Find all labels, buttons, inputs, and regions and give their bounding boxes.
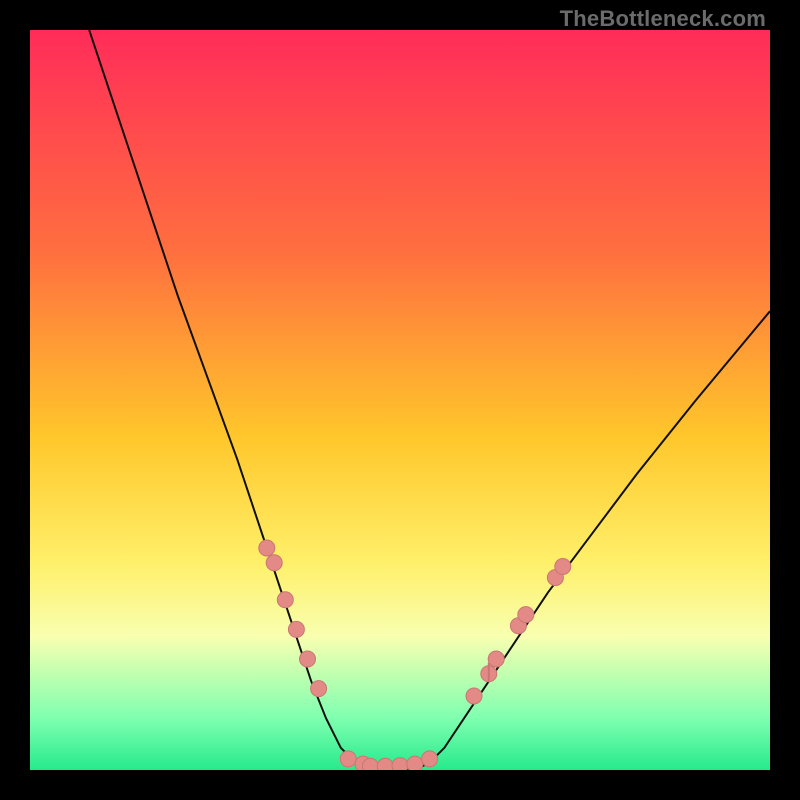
curve-markers xyxy=(259,540,571,770)
curve-marker xyxy=(377,758,393,770)
curve-marker xyxy=(277,592,293,608)
curve-layer xyxy=(30,30,770,770)
curve-marker xyxy=(300,651,316,667)
curve-marker xyxy=(555,559,571,575)
curve-marker xyxy=(422,751,438,767)
bottleneck-curve xyxy=(89,30,770,770)
chart-root: TheBottleneck.com xyxy=(0,0,800,800)
curve-marker xyxy=(288,621,304,637)
watermark-text: TheBottleneck.com xyxy=(560,6,766,32)
curve-marker xyxy=(311,681,327,697)
plot-area xyxy=(30,30,770,770)
curve-marker xyxy=(259,540,275,556)
curve-marker xyxy=(392,758,408,770)
curve-marker xyxy=(488,651,504,667)
curve-marker xyxy=(266,555,282,571)
curve-marker xyxy=(362,758,378,770)
curve-marker xyxy=(340,751,356,767)
curve-marker xyxy=(466,688,482,704)
curve-marker xyxy=(518,607,534,623)
curve-marker xyxy=(407,756,423,770)
